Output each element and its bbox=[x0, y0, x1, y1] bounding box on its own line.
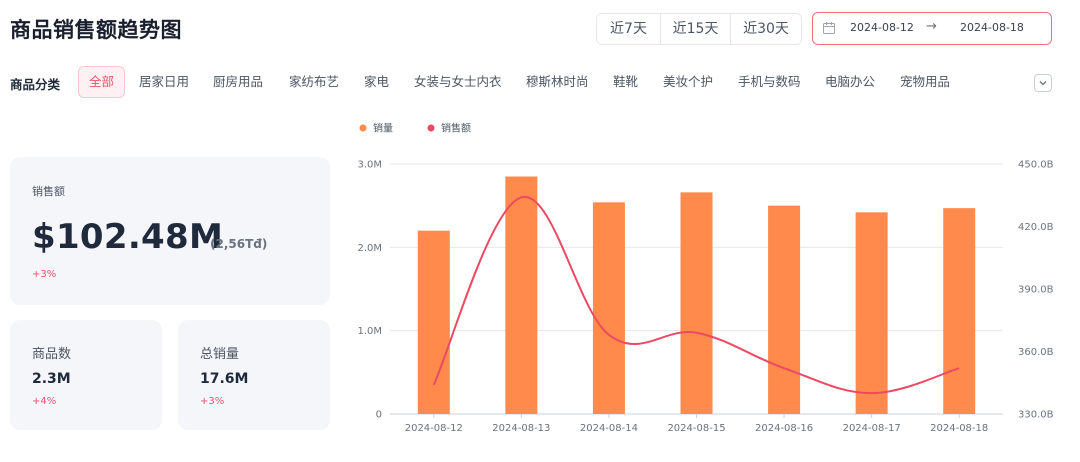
y-right-tick-label: 420.0B bbox=[1018, 222, 1054, 233]
y-left-tick-label: 2.0M bbox=[357, 243, 382, 254]
y-left-tick-label: 1.0M bbox=[357, 326, 382, 337]
y-left-tick-label: 3.0M bbox=[357, 160, 382, 171]
y-right-tick-label: 390.0B bbox=[1018, 285, 1054, 296]
x-tick-label: 2024-08-16 bbox=[755, 423, 813, 434]
dashboard-page: 商品销售额趋势图 近7天 近15天 近30天 2024-08-12 → 2024… bbox=[0, 0, 1080, 462]
bar-2024-08-12 bbox=[417, 230, 450, 414]
x-tick-label: 2024-08-14 bbox=[580, 423, 638, 434]
bar-2024-08-14 bbox=[592, 202, 625, 414]
y-right-tick-label: 360.0B bbox=[1018, 347, 1054, 358]
legend-label-volume: 销量 bbox=[373, 122, 393, 135]
y-right-tick-label: 330.0B bbox=[1018, 410, 1054, 421]
x-tick-label: 2024-08-17 bbox=[843, 423, 901, 434]
legend-marker-volume bbox=[359, 124, 367, 132]
x-tick-label: 2024-08-15 bbox=[667, 423, 725, 434]
x-tick-label: 2024-08-18 bbox=[930, 423, 988, 434]
bar-2024-08-18 bbox=[943, 208, 976, 414]
bar-2024-08-16 bbox=[768, 205, 801, 414]
y-left-tick-label: 0 bbox=[376, 410, 382, 421]
bar-2024-08-15 bbox=[680, 192, 713, 414]
sales-trend-chart: 0 1.0M 2.0M 3.0M 330.0B 360.0B 390.0B 420.0B 450… bbox=[357, 122, 1054, 435]
bar-2024-08-17 bbox=[855, 212, 888, 414]
legend-marker-sales-amount bbox=[427, 124, 435, 132]
legend-label-sales-amount: 销售额 bbox=[441, 122, 471, 135]
x-tick-label: 2024-08-13 bbox=[492, 423, 550, 434]
x-tick-label: 2024-08-12 bbox=[405, 423, 463, 434]
y-right-tick-label: 450.0B bbox=[1018, 160, 1054, 171]
bar-2024-08-13 bbox=[505, 176, 538, 414]
